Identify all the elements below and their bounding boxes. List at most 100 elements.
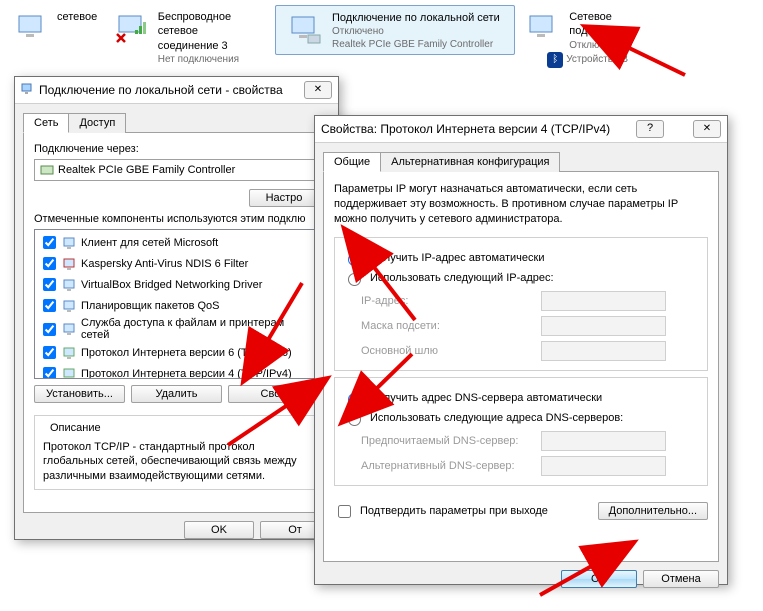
list-item[interactable]: Клиент для сетей Microsoft: [37, 232, 316, 253]
gateway-input: [541, 341, 666, 361]
ok-button[interactable]: OK: [184, 521, 254, 539]
radio-auto-ip-label: Получить IP-адрес автоматически: [370, 252, 544, 264]
mask-input: [541, 316, 666, 336]
adapter-field: Realtek PCIe GBE Family Controller: [34, 159, 319, 181]
components-list[interactable]: Клиент для сетей Microsoft Kaspersky Anti…: [34, 229, 319, 379]
info-text: Параметры IP могут назначаться автоматич…: [334, 182, 708, 227]
dns2-input: [541, 456, 666, 476]
dialog-titlebar: Свойства: Протокол Интернета версии 4 (T…: [315, 116, 727, 143]
list-item[interactable]: VirtualBox Bridged Networking Driver: [37, 274, 316, 295]
component-label: Протокол Интернета версии 6 (TCP/IPv6): [81, 347, 292, 359]
radio-manual-ip-label: Использовать следующий IP-адрес:: [370, 272, 554, 284]
adapter-name: Realtek PCIe GBE Family Controller: [58, 164, 235, 176]
description-text: Протокол TCP/IP - стандартный протокол г…: [43, 440, 310, 483]
dialog-titlebar: Подключение по локальной сети - свойства…: [15, 77, 338, 104]
validate-label: Подтвердить параметры при выходе: [360, 505, 548, 517]
network-item-bluetooth[interactable]: Сетевое подк Отключено ᛒ Устройства B: [515, 5, 645, 55]
component-checkbox[interactable]: [43, 299, 56, 312]
component-icon: [63, 299, 77, 313]
component-label: Клиент для сетей Microsoft: [81, 237, 218, 249]
component-icon: [63, 322, 77, 336]
dns1-label: Предпочитаемый DNS-сервер:: [361, 435, 541, 447]
radio-auto-dns-label: Получить адрес DNS-сервера автоматически: [370, 392, 602, 404]
component-icon: [63, 367, 77, 380]
component-label: Служба доступа к файлам и принтерам сете…: [81, 317, 314, 341]
list-item[interactable]: Kaspersky Anti-Virus NDIS 6 Filter: [37, 253, 316, 274]
list-item[interactable]: Служба доступа к файлам и принтерам сете…: [37, 316, 316, 342]
net-item-status: Отключено: [332, 25, 500, 38]
tab-access[interactable]: Доступ: [68, 113, 126, 133]
component-checkbox[interactable]: [43, 323, 56, 336]
bluetooth-icon: ᛒ: [547, 52, 563, 68]
wifi-icon: [115, 10, 152, 50]
cancel-button[interactable]: Отмена: [643, 570, 719, 588]
dialog-title: Подключение по локальной сети - свойства: [39, 83, 283, 97]
list-item[interactable]: Протокол Интернета версии 6 (TCP/IPv6): [37, 342, 316, 363]
monitor-icon: [15, 10, 51, 50]
tab-general[interactable]: Общие: [323, 152, 381, 172]
list-item[interactable]: Протокол Интернета версии 4 (TCP/IPv4): [37, 363, 316, 379]
component-label: Протокол Интернета версии 4 (TCP/IPv4): [81, 368, 292, 380]
net-item-label: Сетевое подк: [569, 10, 635, 39]
component-label: Kaspersky Anti-Virus NDIS 6 Filter: [81, 258, 248, 270]
net-item-status: Нет подключения: [158, 53, 265, 66]
radio-manual-ip[interactable]: [348, 273, 361, 286]
list-item[interactable]: Планировщик пакетов QoS: [37, 295, 316, 316]
component-icon: [63, 236, 77, 250]
remove-button[interactable]: Удалить: [131, 385, 222, 403]
ok-button[interactable]: OK: [561, 570, 637, 588]
radio-manual-dns[interactable]: [348, 413, 361, 426]
advanced-button[interactable]: Дополнительно...: [598, 502, 708, 520]
tab-network[interactable]: Сеть: [23, 113, 69, 133]
component-checkbox[interactable]: [43, 236, 56, 249]
net-item-status: Отключено: [569, 39, 635, 52]
component-icon: [63, 278, 77, 292]
net-item-label2: соединение 3: [158, 39, 265, 53]
net-item-label: Подключение по локальной сети: [332, 11, 500, 25]
gateway-label: Основной шлю: [361, 345, 541, 357]
close-button[interactable]: ✕: [304, 81, 332, 99]
network-connections-list: сетевое Беспроводное сетевое соединение …: [0, 0, 763, 60]
dns1-input: [541, 431, 666, 451]
net-item-label: Беспроводное сетевое: [158, 10, 265, 39]
net-item-device: Устройства B: [566, 53, 628, 66]
radio-auto-ip[interactable]: [348, 253, 361, 266]
component-checkbox[interactable]: [43, 346, 56, 359]
network-icon: [21, 83, 35, 97]
connect-via-label: Подключение через:: [34, 143, 319, 155]
component-checkbox[interactable]: [43, 278, 56, 291]
network-item[interactable]: сетевое: [5, 5, 105, 55]
dialog-title: Свойства: Протокол Интернета версии 4 (T…: [321, 122, 610, 136]
install-button[interactable]: Установить...: [34, 385, 125, 403]
close-button[interactable]: ✕: [693, 120, 721, 138]
tabs: Сеть Доступ: [23, 112, 330, 133]
ip-input: [541, 291, 666, 311]
component-label: VirtualBox Bridged Networking Driver: [81, 279, 262, 291]
monitor-icon: [525, 10, 563, 50]
properties-button[interactable]: Свой: [228, 385, 319, 403]
configure-button[interactable]: Настро: [249, 189, 319, 207]
mask-label: Маска подсети:: [361, 320, 541, 332]
description-title: Описание: [47, 422, 104, 434]
components-label: Отмеченные компоненты используются этим …: [34, 213, 319, 225]
component-checkbox[interactable]: [43, 367, 56, 379]
component-icon: [63, 257, 77, 271]
component-label: Планировщик пакетов QoS: [81, 300, 220, 312]
network-item-lan[interactable]: Подключение по локальной сети Отключено …: [275, 5, 515, 55]
adapter-icon: [40, 163, 54, 177]
net-item-device: Realtek PCIe GBE Family Controller: [332, 38, 500, 51]
tab-alt-config[interactable]: Альтернативная конфигурация: [380, 152, 560, 172]
dialog-ipv4-properties: Свойства: Протокол Интернета версии 4 (T…: [314, 115, 728, 585]
lan-icon: [286, 11, 326, 51]
network-item-wireless[interactable]: Беспроводное сетевое соединение 3 Нет по…: [105, 5, 275, 55]
component-checkbox[interactable]: [43, 257, 56, 270]
dns2-label: Альтернативный DNS-сервер:: [361, 460, 541, 472]
help-button[interactable]: ?: [636, 120, 664, 138]
ip-label: IP-адрес:: [361, 295, 541, 307]
radio-auto-dns[interactable]: [348, 393, 361, 406]
validate-checkbox[interactable]: [338, 505, 351, 518]
net-item-label: сетевое: [57, 10, 97, 24]
tabs: Общие Альтернативная конфигурация: [323, 151, 719, 172]
radio-manual-dns-label: Использовать следующие адреса DNS-сервер…: [370, 412, 623, 424]
dialog-lan-properties: Подключение по локальной сети - свойства…: [14, 76, 339, 540]
